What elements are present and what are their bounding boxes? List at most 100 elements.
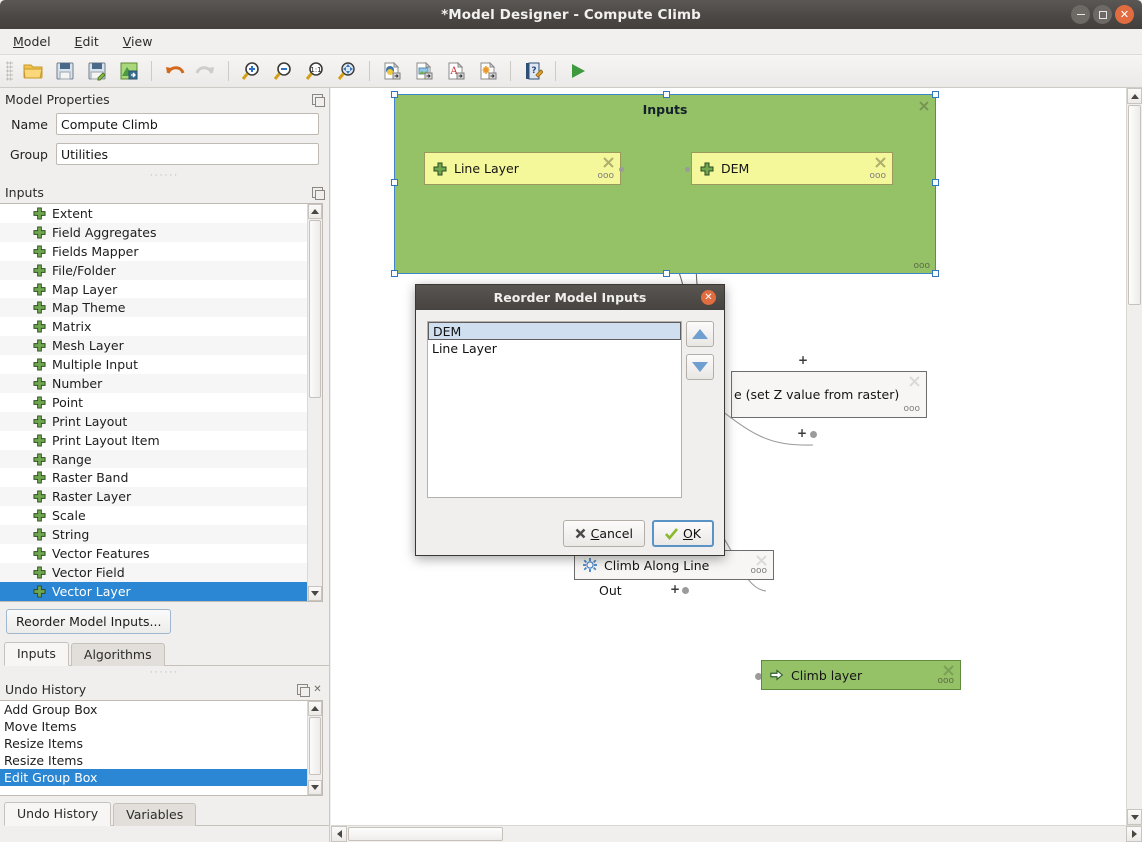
group-resize-handle-tr[interactable] (932, 91, 939, 98)
inputs-list-item[interactable]: Raster Band (0, 468, 307, 487)
canvas-scroll-right-arrow[interactable] (1126, 826, 1142, 842)
menu-edit[interactable]: Edit (72, 32, 102, 51)
menu-model[interactable]: Model (10, 32, 54, 51)
inputs-list-item[interactable]: Range (0, 450, 307, 469)
group-resize-handle-tl[interactable] (391, 91, 398, 98)
node-dem-close-icon[interactable] (875, 157, 886, 168)
dialog-close-button[interactable]: ✕ (701, 290, 716, 305)
group-resize-handle-tc[interactable] (663, 91, 670, 98)
inputs-scroll-down-arrow[interactable] (308, 586, 322, 601)
dialog-inputs-list[interactable]: DEMLine Layer (427, 321, 682, 498)
node-line-layer-close-icon[interactable] (603, 157, 614, 168)
reorder-model-inputs-button[interactable]: Reorder Model Inputs... (6, 609, 171, 634)
inputs-list-item[interactable]: Raster Layer (0, 487, 307, 506)
node-drape-menu-dots[interactable]: ooo (903, 404, 920, 414)
drape-output-expand-plus[interactable]: + (797, 426, 807, 440)
node-climb-along-line-menu-dots[interactable]: ooo (750, 566, 767, 576)
move-down-button[interactable] (686, 354, 714, 380)
node-dem[interactable]: DEM ooo (691, 152, 893, 185)
inputs-list-item[interactable]: Print Layout Item (0, 431, 307, 450)
inputs-list-item[interactable]: Multiple Input (0, 355, 307, 374)
undo-history-item[interactable]: Resize Items (0, 752, 307, 769)
inputs-list-item[interactable]: Extent (0, 204, 307, 223)
undo-history-close-icon[interactable]: ✕ (312, 684, 323, 695)
undo-splitter-handle[interactable]: ······ (0, 668, 329, 678)
dialog-list-item[interactable]: Line Layer (428, 340, 681, 357)
inputs-list-item[interactable]: Matrix (0, 317, 307, 336)
inputs-list-item[interactable]: Fields Mapper (0, 242, 307, 261)
port-line-layer-out[interactable] (619, 167, 624, 172)
tab-variables[interactable]: Variables (113, 803, 196, 826)
canvas-scroll-left-arrow[interactable] (331, 826, 347, 842)
zoom-actual-icon[interactable]: 1:1 (300, 57, 330, 85)
undo-history-item[interactable]: Add Group Box (0, 701, 307, 718)
node-climb-layer-close-icon[interactable] (943, 665, 954, 676)
model-properties-float-icon[interactable] (312, 94, 323, 105)
toolbar-grip[interactable] (6, 61, 13, 81)
ok-button[interactable]: OK (652, 520, 714, 547)
export-as-pdf-icon[interactable]: A (441, 57, 471, 85)
tab-inputs[interactable]: Inputs (4, 642, 69, 666)
canvas-vscroll-thumb[interactable] (1128, 105, 1141, 305)
group-resize-handle-br[interactable] (932, 270, 939, 277)
inputs-list[interactable]: ExtentField AggregatesFields MapperFile/… (0, 203, 323, 602)
undo-scroll-down-arrow[interactable] (308, 780, 322, 795)
export-as-python-icon[interactable] (377, 57, 407, 85)
zoom-full-icon[interactable] (332, 57, 362, 85)
inputs-list-item[interactable]: Print Layout (0, 412, 307, 431)
node-drape[interactable]: e (set Z value from raster) ooo (731, 371, 927, 418)
node-dem-menu-dots[interactable]: ooo (869, 171, 886, 181)
port-dem-in[interactable] (685, 167, 690, 172)
tab-algorithms[interactable]: Algorithms (71, 643, 165, 666)
panel-splitter-handle[interactable]: ······ (0, 171, 329, 181)
menu-view[interactable]: View (120, 32, 156, 51)
inputs-list-item[interactable]: Number (0, 374, 307, 393)
inputs-list-item[interactable]: Vector Features (0, 544, 307, 563)
inputs-list-item[interactable]: Vector Field (0, 563, 307, 582)
climb-output-expand-plus[interactable]: + (670, 582, 680, 596)
undo-history-item[interactable]: Edit Group Box (0, 769, 307, 786)
inputs-list-item[interactable]: Mesh Layer (0, 336, 307, 355)
undo-scroll-thumb[interactable] (309, 717, 321, 775)
undo-icon[interactable] (159, 57, 189, 85)
node-climb-layer[interactable]: Climb layer ooo (761, 660, 961, 690)
model-name-input[interactable] (56, 113, 319, 135)
inputs-panel-float-icon[interactable] (312, 187, 323, 198)
move-up-button[interactable] (686, 321, 714, 347)
inputs-scroll-up-arrow[interactable] (308, 204, 322, 219)
node-climb-along-line-close-icon[interactable] (756, 555, 767, 566)
cancel-button[interactable]: Cancel (563, 520, 645, 547)
group-resize-handle-bl[interactable] (391, 270, 398, 277)
inputs-scroll-thumb[interactable] (309, 220, 321, 398)
inputs-list-item[interactable]: Vector Layer (0, 582, 307, 601)
group-box-close-icon[interactable] (918, 100, 930, 112)
redo-icon[interactable] (191, 57, 221, 85)
model-group-input[interactable] (56, 143, 319, 165)
canvas-horizontal-scrollbar[interactable] (331, 825, 1142, 842)
export-as-svg-icon[interactable] (473, 57, 503, 85)
inputs-list-item[interactable]: Map Layer (0, 280, 307, 299)
canvas-hscroll-thumb[interactable] (348, 827, 503, 841)
undo-history-list[interactable]: Add Group BoxMove ItemsResize ItemsResiz… (0, 700, 323, 796)
undo-history-item[interactable]: Move Items (0, 718, 307, 735)
maximize-button[interactable] (1093, 5, 1112, 24)
canvas-scroll-down-arrow[interactable] (1127, 809, 1142, 825)
group-resize-handle-ml[interactable] (391, 179, 398, 186)
open-model-icon[interactable] (18, 57, 48, 85)
port-drape-out[interactable] (810, 431, 817, 438)
save-model-as-icon[interactable] (82, 57, 112, 85)
group-resize-handle-bc[interactable] (663, 270, 670, 277)
save-model-icon[interactable] (50, 57, 80, 85)
node-climb-layer-menu-dots[interactable]: ooo (937, 676, 954, 686)
edit-help-icon[interactable]: ? (518, 57, 548, 85)
export-as-image-icon[interactable] (409, 57, 439, 85)
undo-scroll-up-arrow[interactable] (308, 701, 322, 716)
undo-history-float-icon[interactable] (297, 684, 308, 695)
zoom-in-icon[interactable] (236, 57, 266, 85)
run-model-icon[interactable] (563, 57, 593, 85)
zoom-out-icon[interactable] (268, 57, 298, 85)
drape-input-expand-plus[interactable]: + (798, 353, 808, 367)
minimize-button[interactable] (1071, 5, 1090, 24)
dialog-list-item[interactable]: DEM (428, 322, 681, 340)
node-line-layer-menu-dots[interactable]: ooo (597, 171, 614, 181)
